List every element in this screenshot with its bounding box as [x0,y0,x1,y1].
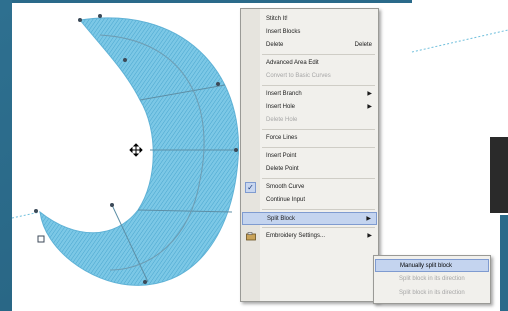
menu-item-label: Insert Branch [266,91,302,97]
submenu-item-label: Split block in its direction [399,276,465,282]
menu-item-embroidery-settings[interactable]: Embroidery Settings... ▶ [242,230,377,243]
menu-separator [262,178,375,179]
menu-item-label: Force Lines [266,135,298,141]
split-block-submenu: Manually split block Split block in its d… [373,255,491,304]
menu-item-delete[interactable]: Delete Delete [242,39,377,52]
menu-item-label: Continue Input [266,197,306,203]
menu-item-insert-branch[interactable]: Insert Branch ▶ [242,88,377,101]
menu-item-continue-input[interactable]: Continue Input [242,194,377,207]
teal-strip-right [500,215,508,311]
menu-item-split-block[interactable]: Split Block ▶ [242,212,377,225]
submenu-item-label: Manually split block [400,263,453,269]
submenu-item-1[interactable]: Split block in its direction [375,273,489,286]
menu-item-label: Smooth Curve [266,184,305,190]
menu-item-convert-to-basic-curves[interactable]: Convert to Basic Curves [242,70,377,83]
teal-strip-top [12,0,412,3]
menu-separator [262,85,375,86]
submenu-arrow-icon: ▶ [367,233,372,239]
menu-item-delete-hole[interactable]: Delete Hole [242,114,377,127]
menu-item-advanced-area-edit[interactable]: Advanced Area Edit [242,57,377,70]
menu-item-label: Advanced Area Edit [266,60,319,66]
menu-item-stitch-it[interactable]: Stitch It! [242,13,377,26]
menu-item-label: Delete Hole [266,117,298,123]
submenu-item-label: Split block in its direction [399,290,465,296]
menu-item-label: Convert to Basic Curves [266,73,331,79]
menu-item-label: Insert Point [266,153,297,159]
menu-item-label: Embroidery Settings... [266,233,326,239]
menu-item-force-lines[interactable]: Force Lines [242,132,377,145]
menu-separator [262,227,375,228]
submenu-arrow-icon: ▶ [366,216,371,222]
menu-separator [262,54,375,55]
menu-separator [262,209,375,210]
menu-item-insert-blocks[interactable]: Insert Blocks [242,26,377,39]
menu-item-delete-point[interactable]: Delete Point [242,163,377,176]
submenu-arrow-icon: ▶ [367,91,372,97]
menu-item-label: Insert Blocks [266,29,301,35]
embroidery-settings-icon [246,232,256,241]
context-menu: Stitch It! Insert Blocks Delete Delete Advan… [240,8,379,302]
menu-item-label: Stitch It! [266,16,288,22]
menu-item-label: Insert Hole [266,104,296,110]
menu-item-shortcut: Delete [354,42,372,48]
menu-item-smooth-curve[interactable]: ✓ Smooth Curve [242,181,377,194]
submenu-item-0[interactable]: Manually split block [375,259,489,272]
submenu-arrow-icon: ▶ [367,104,372,110]
menu-item-insert-point[interactable]: Insert Point [242,150,377,163]
menu-item-label: Delete Point [266,166,299,172]
check-icon: ✓ [245,182,256,193]
menu-item-label: Split Block [267,216,296,222]
menu-separator [262,147,375,148]
submenu-item-2[interactable]: Split block in its direction [375,287,489,300]
menu-separator [262,129,375,130]
menu-item-insert-hole[interactable]: Insert Hole ▶ [242,101,377,114]
menu-item-label: Delete [266,42,284,48]
dark-panel [490,137,508,213]
